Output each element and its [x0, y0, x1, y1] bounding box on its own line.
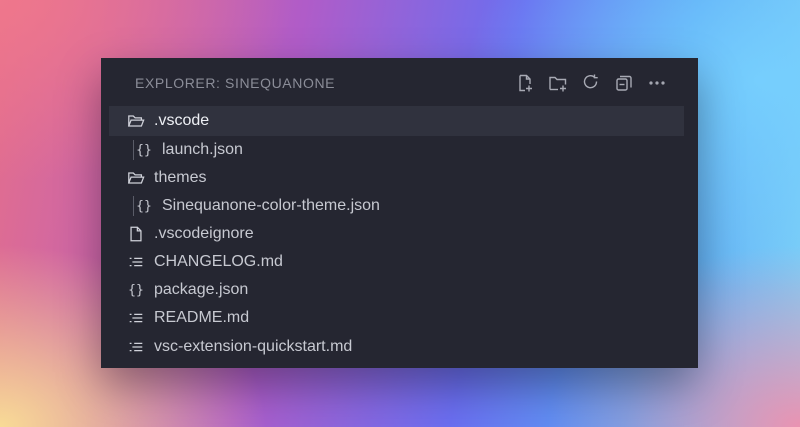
- folder-open-icon: [126, 111, 146, 131]
- tree-item-themes-folder[interactable]: themes: [109, 164, 684, 192]
- file-icon: [126, 224, 146, 244]
- folder-open-icon: [126, 168, 146, 188]
- tree-item-vscodeignore[interactable]: .vscodeignore: [109, 220, 684, 248]
- tree-item-label: .vscode: [154, 112, 210, 129]
- file-tree: .vscode {} launch.json themes {} Sinequa…: [109, 106, 684, 362]
- tree-item-vscode-folder[interactable]: .vscode: [109, 106, 684, 136]
- markdown-list-icon: [126, 308, 146, 328]
- markdown-list-icon: [126, 252, 146, 272]
- tree-item-changelog-md[interactable]: CHANGELOG.md: [109, 248, 684, 276]
- json-braces-icon: {}: [128, 282, 144, 298]
- tree-item-label: CHANGELOG.md: [154, 253, 283, 270]
- json-braces-icon: {}: [136, 142, 152, 158]
- tree-item-label: README.md: [154, 309, 250, 326]
- tree-item-label: launch.json: [162, 141, 243, 158]
- tree-item-package-json[interactable]: {} package.json: [109, 276, 684, 304]
- explorer-panel: EXPLORER: SINEQUANONE .vscode {} launch.…: [101, 58, 698, 368]
- new-file-icon[interactable]: [514, 72, 536, 94]
- tree-item-color-theme-json[interactable]: {} Sinequanone-color-theme.json: [109, 192, 684, 220]
- tree-item-label: Sinequanone-color-theme.json: [162, 197, 380, 214]
- tree-item-label: package.json: [154, 281, 249, 298]
- markdown-list-icon: [126, 337, 146, 357]
- refresh-icon[interactable]: [580, 72, 602, 94]
- more-icon[interactable]: [646, 72, 668, 94]
- new-folder-icon[interactable]: [547, 72, 569, 94]
- tree-item-readme-md[interactable]: README.md: [109, 304, 684, 332]
- explorer-title: EXPLORER: SINEQUANONE: [135, 75, 336, 91]
- tree-item-label: themes: [154, 169, 207, 186]
- tree-item-launch-json[interactable]: {} launch.json: [109, 136, 684, 164]
- tree-item-label: .vscodeignore: [154, 225, 254, 242]
- tree-item-quickstart-md[interactable]: vsc-extension-quickstart.md: [109, 332, 684, 362]
- collapse-all-icon[interactable]: [613, 72, 635, 94]
- tree-item-label: vsc-extension-quickstart.md: [154, 338, 353, 355]
- explorer-header: EXPLORER: SINEQUANONE: [101, 58, 698, 106]
- explorer-actions: [514, 72, 668, 94]
- json-braces-icon: {}: [136, 198, 152, 214]
